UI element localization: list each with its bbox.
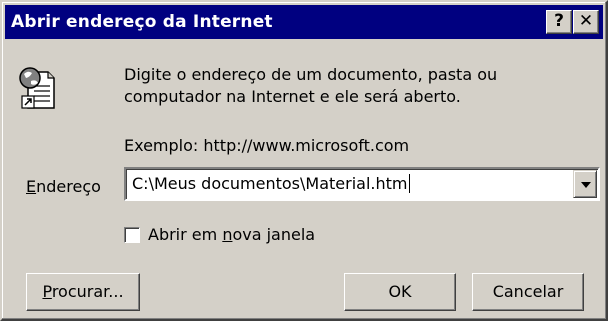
address-label: Endereço (26, 177, 101, 196)
address-combobox[interactable]: C:\Meus documentos\Material.htm (124, 167, 600, 201)
address-label-rest: ndereço (36, 177, 101, 196)
new-window-label[interactable]: Abrir em nova janela (148, 225, 315, 244)
description-line-2: computador na Internet e ele será aberto… (124, 87, 461, 106)
address-label-mnemonic: E (26, 177, 37, 196)
address-dropdown-button[interactable] (573, 170, 597, 198)
description-text: Digite o endereço de um documento, pasta… (124, 64, 564, 108)
example-text: Exemplo: http://www.microsoft.com (124, 136, 410, 155)
text-caret (408, 174, 410, 193)
cancel-button[interactable]: Cancelar (472, 273, 584, 311)
chevron-down-icon (581, 182, 591, 188)
new-window-label-mnemonic: n (222, 225, 233, 244)
browse-button[interactable]: Procurar... (26, 273, 140, 311)
new-window-label-pre: Abrir em (148, 225, 223, 244)
ok-button[interactable]: OK (344, 273, 456, 311)
address-value: C:\Meus documentos\Material.htm (132, 174, 408, 193)
browse-button-mnemonic: P (42, 282, 52, 301)
window-title: Abrir endereço da Internet (11, 12, 273, 32)
new-window-label-post: ova janela (232, 225, 316, 244)
title-bar[interactable]: Abrir endereço da Internet ? ✕ (5, 5, 603, 39)
help-button[interactable]: ? (546, 10, 572, 34)
open-address-dialog: Abrir endereço da Internet ? ✕ Digite o … (0, 0, 608, 321)
description-line-1: Digite o endereço de um documento, pasta… (124, 65, 498, 84)
browse-button-label: rocurar... (51, 282, 124, 301)
close-button[interactable]: ✕ (573, 10, 599, 34)
address-input[interactable]: C:\Meus documentos\Material.htm (132, 174, 410, 193)
new-window-checkbox[interactable] (124, 227, 140, 243)
internet-document-icon (18, 64, 56, 110)
